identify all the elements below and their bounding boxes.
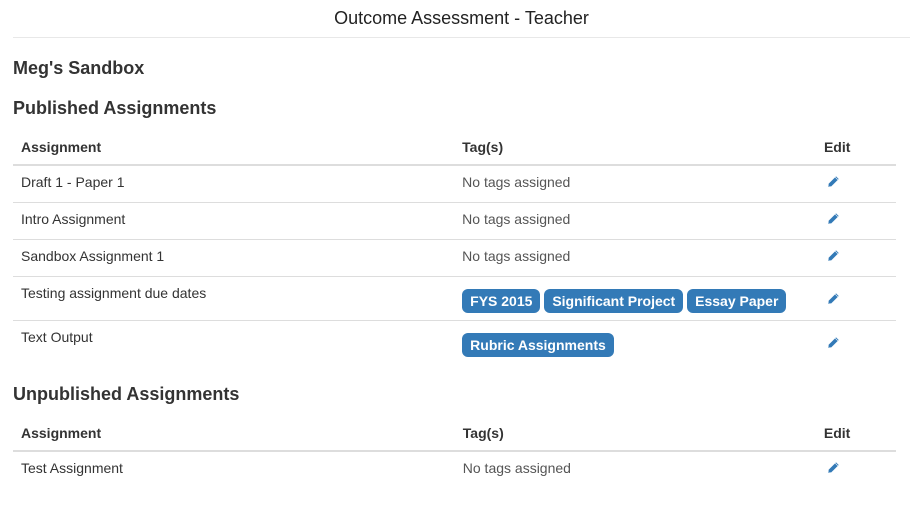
course-name: Meg's Sandbox xyxy=(13,58,145,78)
assignment-tags: No tags assigned xyxy=(454,202,816,240)
no-tags-text: No tags assigned xyxy=(462,174,571,190)
table-header-row: Assignment Tag(s) Edit xyxy=(13,131,896,166)
assignment-row: Sandbox Assignment 1 No tags assigned xyxy=(13,239,896,277)
assignment-row: Testing assignment due dates FYS 2015 Sig… xyxy=(13,276,896,321)
tag-badge: Significant Project xyxy=(544,289,684,313)
published-section-title: Published Assignments xyxy=(13,98,217,118)
pencil-icon[interactable] xyxy=(826,175,840,189)
column-header-assignment: Assignment xyxy=(13,131,455,166)
column-header-tags: Tag(s) xyxy=(454,417,816,452)
assignment-row: Intro Assignment No tags assigned xyxy=(13,202,896,240)
assignment-name: Draft 1 - Paper 1 xyxy=(21,174,125,190)
assignment-name: Intro Assignment xyxy=(13,202,455,240)
column-header-assignment: Assignment xyxy=(13,417,455,452)
edit-cell xyxy=(815,202,896,240)
no-tags-text: No tags assigned xyxy=(462,460,571,476)
unpublished-rows: Test Assignment No tags assigned xyxy=(13,451,896,488)
pencil-icon[interactable] xyxy=(826,292,840,306)
tag-badge: Essay Paper xyxy=(687,289,787,313)
assignment-tags: Rubric Assignments xyxy=(454,320,816,364)
no-tags-text: No tags assigned xyxy=(462,211,571,227)
edit-cell xyxy=(815,320,896,364)
table-header-row: Assignment Tag(s) Edit xyxy=(13,417,896,452)
published-rows: Draft 1 - Paper 1 No tags assigned Intro A… xyxy=(13,165,896,364)
assignment-name: Sandbox Assignment 1 xyxy=(13,239,455,277)
assignment-row: Text Output Rubric Assignments xyxy=(13,320,896,364)
unpublished-assignments-table: Assignment Tag(s) Edit Test Assignment No… xyxy=(13,417,896,488)
no-tags-text: No tags assigned xyxy=(462,248,571,264)
assignment-name: Test Assignment xyxy=(21,460,123,476)
pencil-icon[interactable] xyxy=(826,336,840,350)
column-header-tags: Tag(s) xyxy=(454,131,816,166)
assignment-tags: FYS 2015 Significant Project Essay Paper xyxy=(454,276,816,321)
edit-cell xyxy=(816,451,896,488)
assignment-name: Text Output xyxy=(13,320,455,364)
tag-badge: Rubric Assignments xyxy=(462,333,614,357)
assignment-tags: No tags assigned xyxy=(455,451,816,488)
unpublished-section-title: Unpublished Assignments xyxy=(13,384,240,404)
edit-cell xyxy=(815,276,896,321)
page-header: Outcome Assessment - Teacher xyxy=(13,0,910,38)
pencil-icon[interactable] xyxy=(826,461,840,475)
assignment-row: Test Assignment No tags assigned xyxy=(13,451,896,488)
edit-cell xyxy=(815,239,896,277)
assignment-tags: No tags assigned xyxy=(454,239,816,277)
tag-badge: FYS 2015 xyxy=(462,289,541,313)
published-assignments-table: Assignment Tag(s) Edit Draft 1 - Paper 1… xyxy=(13,131,896,364)
assignment-tags: No tags assigned xyxy=(454,165,816,203)
column-header-edit: Edit xyxy=(815,417,896,452)
edit-cell xyxy=(816,165,896,203)
assignment-name: Testing assignment due dates xyxy=(13,276,455,321)
column-header-edit: Edit xyxy=(815,131,896,166)
pencil-icon[interactable] xyxy=(826,249,840,263)
pencil-icon[interactable] xyxy=(826,212,840,226)
assignment-row: Draft 1 - Paper 1 No tags assigned xyxy=(13,165,896,203)
page-title: Outcome Assessment - Teacher xyxy=(334,8,589,28)
